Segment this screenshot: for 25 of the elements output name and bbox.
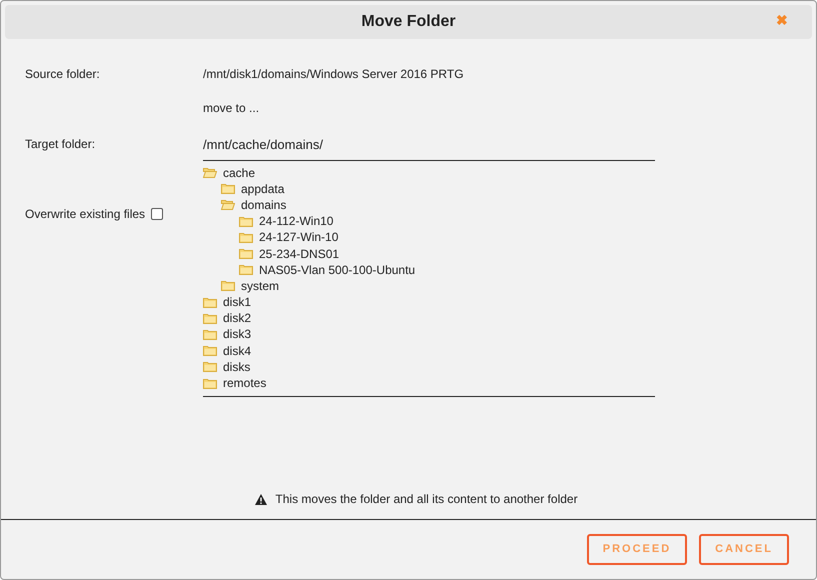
checkbox[interactable] [151,208,164,220]
folder-item[interactable]: NAS05-Vlan 500-100-Ubuntu [259,260,416,279]
folder-item[interactable]: appdata [241,180,284,198]
folder-item[interactable]: disk3 [223,325,252,344]
folder-item[interactable]: system [241,276,280,295]
folder-item[interactable]: disk2 [223,309,252,328]
folder-item[interactable]: disk4 [223,342,252,360]
folder-item[interactable]: 25-234-DNS01 [259,244,340,263]
warning-icon [255,494,268,504]
dialog-title: Move Folder [361,12,456,32]
folder-item[interactable]: cache [223,164,256,182]
folder-item[interactable]: 24-112-Win10 [259,212,334,230]
folder-item[interactable]: domains [241,196,286,214]
checkbox-label: Overwrite existing files [25,206,146,223]
folder-item[interactable]: disk1 [223,293,252,312]
target-field[interactable]: /mnt/cache/domains/ [203,135,655,160]
folder-item[interactable]: disks [223,358,250,376]
field-label: Source folder: [25,66,101,81]
field-label: Target folder: [25,136,96,151]
source-path: /mnt/disk1/domains/Windows Server 2016 PRTG [203,66,465,81]
target-path: /mnt/cache/domains/ [203,137,323,152]
folder-item[interactable]: 24-127-Win-10 [259,228,338,246]
folder-item[interactable]: remotes [223,374,266,392]
warning-text: This moves the folder and all its content to another folder [275,491,578,508]
move-to-text: move to ... [203,100,260,115]
